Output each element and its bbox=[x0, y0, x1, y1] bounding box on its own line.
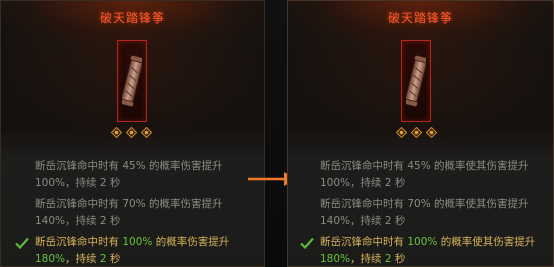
effect-damage-value: 180% bbox=[320, 253, 351, 265]
scroll-icon bbox=[122, 55, 142, 107]
socket-icon[interactable] bbox=[141, 127, 152, 138]
item-title: 破天踏锋筝 bbox=[387, 11, 453, 25]
effect-text: 秒 bbox=[106, 253, 121, 265]
effect-text: 的概率伤害提升 bbox=[152, 236, 230, 248]
effect-damage-value: 180% bbox=[35, 253, 66, 265]
socket-row bbox=[111, 127, 152, 138]
effect-chance-value: 100% bbox=[122, 236, 153, 248]
socket-icon[interactable] bbox=[126, 127, 137, 138]
checkmark-icon bbox=[15, 237, 29, 249]
effect-tier-1: 断岳沉锋命中时有 45% 的概率使其伤害提升 100%，持续 2 秒 bbox=[320, 160, 529, 189]
effect-tier-2: 断岳沉锋命中时有 70% 的概率伤害提升 140%，持续 2 秒 bbox=[35, 198, 223, 227]
item-title: 破天踏锋筝 bbox=[99, 11, 165, 25]
comparison-stage: 破天踏锋筝 断岳沉锋命中时有 45% 的概率伤害提升 100%，持续 2 秒 断… bbox=[0, 0, 554, 267]
item-icon-frame[interactable] bbox=[401, 40, 431, 122]
effect-text: 秒 bbox=[391, 253, 406, 265]
item-card-after: 破天踏锋筝 断岳沉锋命中时有 45% 的概率使其伤害提升 100%，持续 2 秒… bbox=[287, 0, 554, 267]
effect-tier-3-active: 断岳沉锋命中时有 100% 的概率伤害提升 180%，持续 2 秒 bbox=[1, 234, 235, 266]
effect-duration-value: 2 bbox=[99, 253, 107, 265]
socket-icon[interactable] bbox=[426, 127, 437, 138]
effect-duration-value: 2 bbox=[384, 253, 392, 265]
checkmark-icon bbox=[300, 237, 314, 249]
effect-tier-2: 断岳沉锋命中时有 70% 的概率使其伤害提升 140%，持续 2 秒 bbox=[320, 198, 529, 227]
item-icon-frame[interactable] bbox=[117, 40, 147, 122]
effect-list: 断岳沉锋命中时有 45% 的概率伤害提升 100%，持续 2 秒 断岳沉锋命中时… bbox=[1, 158, 264, 266]
effect-text: 断岳沉锋命中时有 bbox=[35, 236, 123, 248]
effect-text: ，持续 bbox=[65, 253, 100, 265]
effect-tier-3-active: 断岳沉锋命中时有 100% 的概率使其伤害提升 180%，持续 2 秒 bbox=[288, 234, 540, 266]
socket-icon[interactable] bbox=[111, 127, 122, 138]
socket-icon[interactable] bbox=[411, 127, 422, 138]
socket-icon[interactable] bbox=[396, 127, 407, 138]
socket-row bbox=[396, 127, 437, 138]
effect-chance-value: 100% bbox=[407, 236, 438, 248]
item-card-before: 破天踏锋筝 断岳沉锋命中时有 45% 的概率伤害提升 100%，持续 2 秒 断… bbox=[0, 0, 265, 267]
effect-tier-1: 断岳沉锋命中时有 45% 的概率伤害提升 100%，持续 2 秒 bbox=[35, 160, 223, 189]
effect-list: 断岳沉锋命中时有 45% 的概率使其伤害提升 100%，持续 2 秒 断岳沉锋命… bbox=[288, 158, 553, 266]
effect-text: ，持续 bbox=[350, 253, 385, 265]
scroll-icon bbox=[406, 55, 426, 107]
effect-text: 断岳沉锋命中时有 bbox=[320, 236, 408, 248]
effect-text: 的概率使其伤害提升 bbox=[437, 236, 536, 248]
